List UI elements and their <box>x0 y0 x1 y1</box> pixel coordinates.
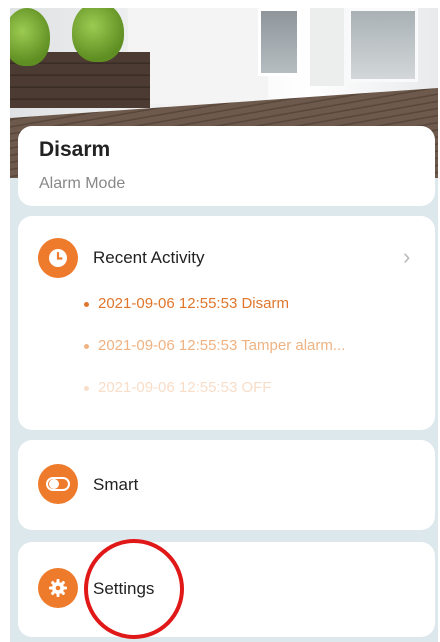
activity-item: 2021-09-06 12:55:53 Disarm <box>84 295 289 312</box>
app-screen: Disarm Alarm Mode Recent Activity › 2021… <box>10 8 438 642</box>
chevron-right-icon[interactable]: › <box>403 244 410 270</box>
alarm-mode-label: Alarm Mode <box>39 175 126 192</box>
smart-label: Smart <box>93 475 139 494</box>
gear-icon <box>38 568 78 608</box>
settings-card[interactable] <box>18 542 435 637</box>
toggle-icon <box>38 464 78 504</box>
alarm-mode-value: Disarm <box>39 138 111 161</box>
recent-activity-card[interactable] <box>18 216 435 430</box>
highlight-circle <box>84 539 184 639</box>
activity-item: 2021-09-06 12:55:53 OFF <box>84 379 271 396</box>
recent-activity-title: Recent Activity <box>93 248 205 267</box>
activity-item: 2021-09-06 12:55:53 Tamper alarm... <box>84 337 345 354</box>
smart-card[interactable] <box>18 440 435 530</box>
clock-icon <box>38 238 78 278</box>
